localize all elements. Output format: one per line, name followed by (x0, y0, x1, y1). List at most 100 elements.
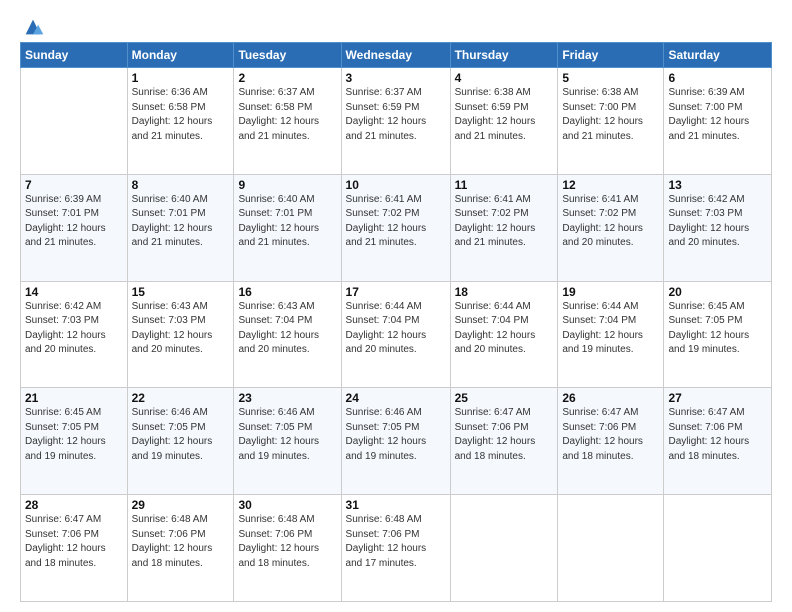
calendar-cell: 24Sunrise: 6:46 AMSunset: 7:05 PMDayligh… (341, 388, 450, 495)
calendar-cell (558, 495, 664, 602)
day-info: Sunrise: 6:41 AMSunset: 7:02 PMDaylight:… (455, 193, 554, 251)
calendar-cell: 15Sunrise: 6:43 AMSunset: 7:03 PMDayligh… (127, 281, 234, 388)
calendar-cell (21, 68, 128, 175)
calendar-cell: 25Sunrise: 6:47 AMSunset: 7:06 PMDayligh… (450, 388, 558, 495)
day-info: Sunrise: 6:44 AMSunset: 7:04 PMDaylight:… (346, 300, 446, 358)
day-number: 22 (132, 391, 230, 405)
day-number: 27 (668, 391, 767, 405)
calendar-cell: 8Sunrise: 6:40 AMSunset: 7:01 PMDaylight… (127, 174, 234, 281)
header-day-monday: Monday (127, 43, 234, 68)
week-row-1: 7Sunrise: 6:39 AMSunset: 7:01 PMDaylight… (21, 174, 772, 281)
day-number: 4 (455, 71, 554, 85)
page: SundayMondayTuesdayWednesdayThursdayFrid… (0, 0, 792, 612)
calendar-cell: 28Sunrise: 6:47 AMSunset: 7:06 PMDayligh… (21, 495, 128, 602)
logo-icon (22, 16, 44, 38)
calendar-cell: 20Sunrise: 6:45 AMSunset: 7:05 PMDayligh… (664, 281, 772, 388)
day-info: Sunrise: 6:39 AMSunset: 7:01 PMDaylight:… (25, 193, 123, 251)
day-number: 3 (346, 71, 446, 85)
day-number: 23 (238, 391, 336, 405)
calendar-cell: 19Sunrise: 6:44 AMSunset: 7:04 PMDayligh… (558, 281, 664, 388)
calendar-cell: 2Sunrise: 6:37 AMSunset: 6:58 PMDaylight… (234, 68, 341, 175)
calendar-cell: 21Sunrise: 6:45 AMSunset: 7:05 PMDayligh… (21, 388, 128, 495)
calendar-cell: 3Sunrise: 6:37 AMSunset: 6:59 PMDaylight… (341, 68, 450, 175)
header-day-saturday: Saturday (664, 43, 772, 68)
calendar-cell: 31Sunrise: 6:48 AMSunset: 7:06 PMDayligh… (341, 495, 450, 602)
day-number: 7 (25, 178, 123, 192)
day-number: 15 (132, 285, 230, 299)
day-number: 11 (455, 178, 554, 192)
day-info: Sunrise: 6:40 AMSunset: 7:01 PMDaylight:… (132, 193, 230, 251)
calendar-cell: 17Sunrise: 6:44 AMSunset: 7:04 PMDayligh… (341, 281, 450, 388)
day-number: 31 (346, 498, 446, 512)
calendar-cell: 27Sunrise: 6:47 AMSunset: 7:06 PMDayligh… (664, 388, 772, 495)
day-number: 30 (238, 498, 336, 512)
day-info: Sunrise: 6:44 AMSunset: 7:04 PMDaylight:… (562, 300, 659, 358)
day-info: Sunrise: 6:41 AMSunset: 7:02 PMDaylight:… (562, 193, 659, 251)
day-info: Sunrise: 6:39 AMSunset: 7:00 PMDaylight:… (668, 86, 767, 144)
day-info: Sunrise: 6:40 AMSunset: 7:01 PMDaylight:… (238, 193, 336, 251)
day-info: Sunrise: 6:45 AMSunset: 7:05 PMDaylight:… (25, 406, 123, 464)
calendar-cell: 5Sunrise: 6:38 AMSunset: 7:00 PMDaylight… (558, 68, 664, 175)
calendar-body: 1Sunrise: 6:36 AMSunset: 6:58 PMDaylight… (21, 68, 772, 602)
day-info: Sunrise: 6:42 AMSunset: 7:03 PMDaylight:… (668, 193, 767, 251)
calendar-header: SundayMondayTuesdayWednesdayThursdayFrid… (21, 43, 772, 68)
calendar-cell: 14Sunrise: 6:42 AMSunset: 7:03 PMDayligh… (21, 281, 128, 388)
header-day-thursday: Thursday (450, 43, 558, 68)
calendar-cell: 22Sunrise: 6:46 AMSunset: 7:05 PMDayligh… (127, 388, 234, 495)
day-number: 24 (346, 391, 446, 405)
day-info: Sunrise: 6:37 AMSunset: 6:58 PMDaylight:… (238, 86, 336, 144)
day-info: Sunrise: 6:37 AMSunset: 6:59 PMDaylight:… (346, 86, 446, 144)
day-info: Sunrise: 6:47 AMSunset: 7:06 PMDaylight:… (455, 406, 554, 464)
calendar-cell: 4Sunrise: 6:38 AMSunset: 6:59 PMDaylight… (450, 68, 558, 175)
day-number: 25 (455, 391, 554, 405)
calendar-cell: 6Sunrise: 6:39 AMSunset: 7:00 PMDaylight… (664, 68, 772, 175)
week-row-3: 21Sunrise: 6:45 AMSunset: 7:05 PMDayligh… (21, 388, 772, 495)
calendar-cell: 12Sunrise: 6:41 AMSunset: 7:02 PMDayligh… (558, 174, 664, 281)
day-info: Sunrise: 6:48 AMSunset: 7:06 PMDaylight:… (346, 513, 446, 571)
header-day-friday: Friday (558, 43, 664, 68)
week-row-0: 1Sunrise: 6:36 AMSunset: 6:58 PMDaylight… (21, 68, 772, 175)
calendar-cell: 10Sunrise: 6:41 AMSunset: 7:02 PMDayligh… (341, 174, 450, 281)
week-row-4: 28Sunrise: 6:47 AMSunset: 7:06 PMDayligh… (21, 495, 772, 602)
calendar-cell: 16Sunrise: 6:43 AMSunset: 7:04 PMDayligh… (234, 281, 341, 388)
day-number: 19 (562, 285, 659, 299)
logo-text (20, 16, 44, 38)
day-info: Sunrise: 6:42 AMSunset: 7:03 PMDaylight:… (25, 300, 123, 358)
day-info: Sunrise: 6:36 AMSunset: 6:58 PMDaylight:… (132, 86, 230, 144)
day-info: Sunrise: 6:38 AMSunset: 6:59 PMDaylight:… (455, 86, 554, 144)
calendar-cell (450, 495, 558, 602)
day-info: Sunrise: 6:46 AMSunset: 7:05 PMDaylight:… (238, 406, 336, 464)
day-number: 28 (25, 498, 123, 512)
day-number: 10 (346, 178, 446, 192)
day-number: 2 (238, 71, 336, 85)
day-number: 21 (25, 391, 123, 405)
day-number: 29 (132, 498, 230, 512)
day-number: 17 (346, 285, 446, 299)
day-info: Sunrise: 6:48 AMSunset: 7:06 PMDaylight:… (238, 513, 336, 571)
calendar-cell: 26Sunrise: 6:47 AMSunset: 7:06 PMDayligh… (558, 388, 664, 495)
day-info: Sunrise: 6:46 AMSunset: 7:05 PMDaylight:… (346, 406, 446, 464)
day-number: 12 (562, 178, 659, 192)
day-info: Sunrise: 6:44 AMSunset: 7:04 PMDaylight:… (455, 300, 554, 358)
calendar-cell: 13Sunrise: 6:42 AMSunset: 7:03 PMDayligh… (664, 174, 772, 281)
calendar-cell: 7Sunrise: 6:39 AMSunset: 7:01 PMDaylight… (21, 174, 128, 281)
logo (20, 16, 44, 34)
day-info: Sunrise: 6:48 AMSunset: 7:06 PMDaylight:… (132, 513, 230, 571)
day-info: Sunrise: 6:43 AMSunset: 7:03 PMDaylight:… (132, 300, 230, 358)
header-day-sunday: Sunday (21, 43, 128, 68)
calendar-cell (664, 495, 772, 602)
day-number: 16 (238, 285, 336, 299)
day-info: Sunrise: 6:41 AMSunset: 7:02 PMDaylight:… (346, 193, 446, 251)
day-number: 26 (562, 391, 659, 405)
calendar-cell: 11Sunrise: 6:41 AMSunset: 7:02 PMDayligh… (450, 174, 558, 281)
day-number: 8 (132, 178, 230, 192)
week-row-2: 14Sunrise: 6:42 AMSunset: 7:03 PMDayligh… (21, 281, 772, 388)
calendar-cell: 23Sunrise: 6:46 AMSunset: 7:05 PMDayligh… (234, 388, 341, 495)
calendar-cell: 18Sunrise: 6:44 AMSunset: 7:04 PMDayligh… (450, 281, 558, 388)
day-number: 14 (25, 285, 123, 299)
calendar-cell: 1Sunrise: 6:36 AMSunset: 6:58 PMDaylight… (127, 68, 234, 175)
day-info: Sunrise: 6:43 AMSunset: 7:04 PMDaylight:… (238, 300, 336, 358)
header-day-tuesday: Tuesday (234, 43, 341, 68)
day-number: 6 (668, 71, 767, 85)
calendar-cell: 29Sunrise: 6:48 AMSunset: 7:06 PMDayligh… (127, 495, 234, 602)
